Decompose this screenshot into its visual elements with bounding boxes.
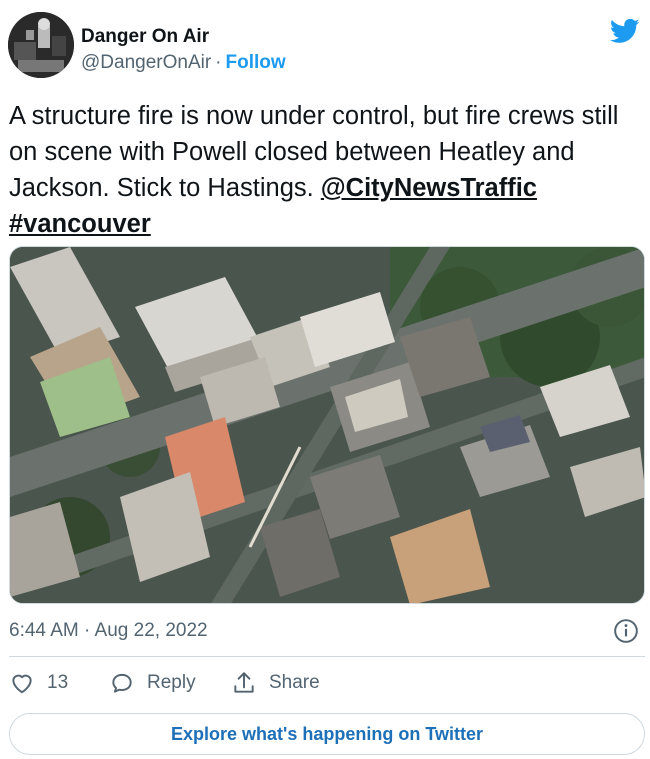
separator-dot: · bbox=[215, 52, 222, 73]
mention-link[interactable]: @CityNewsTraffic bbox=[321, 174, 537, 202]
tweet-timestamp[interactable]: 6:44 AM · Aug 22, 2022 bbox=[9, 620, 208, 642]
tweet-media-image[interactable] bbox=[9, 246, 645, 604]
tweet-header: Danger On Air @DangerOnAir · Follow bbox=[8, 12, 642, 82]
info-icon[interactable] bbox=[613, 618, 639, 644]
divider bbox=[9, 656, 645, 657]
author-handle[interactable]: @DangerOnAir bbox=[81, 52, 211, 73]
tweet-text: A structure fire is now under control, b… bbox=[9, 98, 639, 242]
explore-twitter-button[interactable]: Explore what's happening on Twitter bbox=[9, 713, 645, 755]
author-name[interactable]: Danger On Air bbox=[81, 26, 209, 48]
share-button[interactable]: Share bbox=[231, 670, 320, 696]
reply-icon bbox=[112, 673, 132, 693]
author-handle-row: @DangerOnAir · Follow bbox=[81, 52, 286, 74]
follow-button[interactable]: Follow bbox=[226, 52, 286, 73]
share-label: Share bbox=[269, 672, 320, 693]
like-count: 13 bbox=[47, 672, 69, 693]
reply-button[interactable]: Reply bbox=[109, 670, 196, 696]
avatar[interactable] bbox=[8, 12, 74, 78]
heart-icon bbox=[12, 674, 32, 694]
hashtag-link[interactable]: #vancouver bbox=[9, 210, 151, 238]
reply-label: Reply bbox=[147, 672, 196, 693]
twitter-bird-icon[interactable] bbox=[608, 16, 642, 46]
aerial-photo bbox=[10, 247, 644, 603]
like-button[interactable]: 13 bbox=[9, 670, 68, 696]
share-icon bbox=[234, 672, 254, 693]
